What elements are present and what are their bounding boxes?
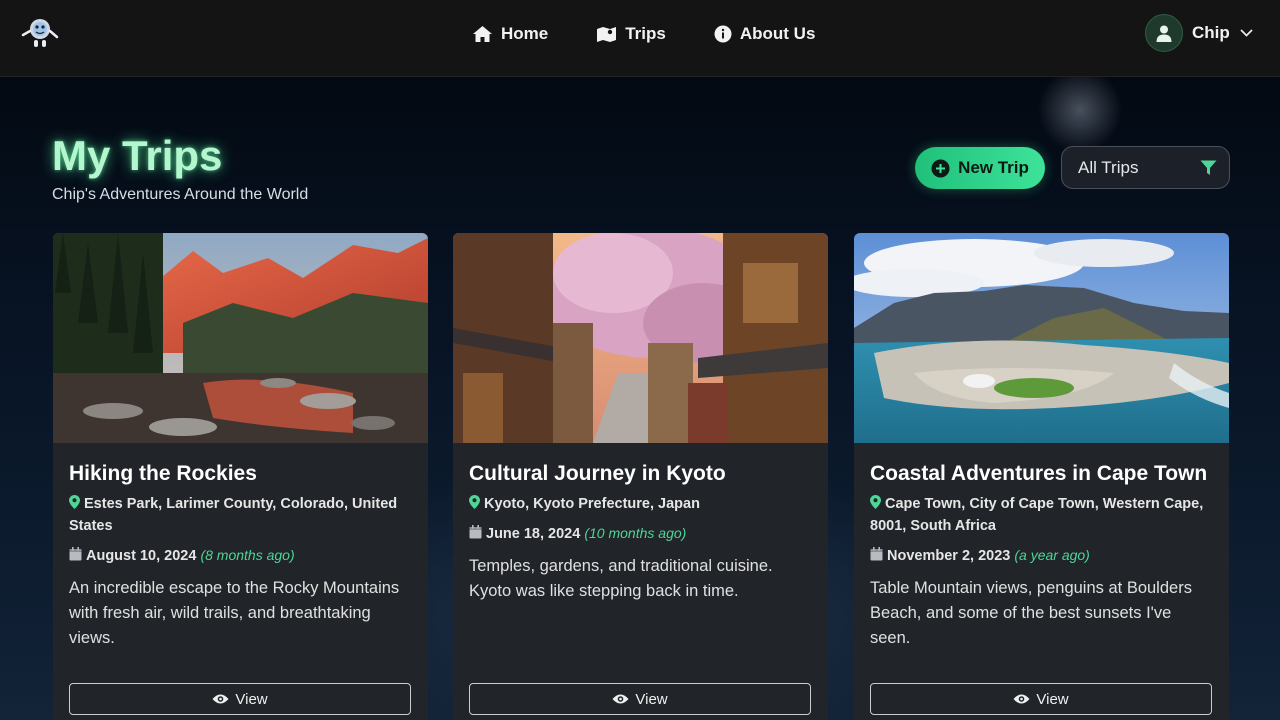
map-marker-icon [469, 495, 480, 509]
nav-trips[interactable]: Trips [596, 22, 666, 46]
trip-location: Cape Town, City of Cape Town, Western Ca… [870, 493, 1213, 537]
trip-location-text: Kyoto, Kyoto Prefecture, Japan [484, 496, 700, 512]
new-trip-button[interactable]: New Trip [915, 147, 1045, 189]
trip-image [53, 233, 428, 443]
avatar[interactable] [1145, 14, 1183, 52]
calendar-icon [469, 525, 482, 539]
new-trip-label: New Trip [958, 158, 1029, 177]
logo-icon[interactable] [20, 15, 60, 51]
view-trip-button[interactable]: View [69, 683, 411, 715]
trip-location: Estes Park, Larimer County, Colorado, Un… [69, 493, 412, 537]
trip-image [453, 233, 828, 443]
trip-title[interactable]: Hiking the Rockies [69, 461, 412, 487]
nav-home-label: Home [501, 24, 549, 43]
card-body: Coastal Adventures in Cape Town Cape Tow… [854, 443, 1229, 651]
user-icon [1156, 25, 1172, 42]
nav-about-label: About Us [739, 24, 816, 43]
trip-description: Temples, gardens, and traditional cuisin… [469, 557, 773, 600]
trip-description: Table Mountain views, penguins at Boulde… [870, 579, 1192, 647]
trip-location-text: Cape Town, City of Cape Town, Western Ca… [870, 496, 1204, 534]
plus-circle-icon [931, 159, 950, 177]
trip-date-text: June 18, 2024 [486, 526, 581, 542]
trip-description: An incredible escape to the Rocky Mounta… [69, 579, 400, 647]
home-icon [473, 26, 492, 42]
filter-icon [1200, 160, 1217, 175]
card-body: Cultural Journey in Kyoto Kyoto, Kyoto P… [453, 443, 828, 604]
trip-location: Kyoto, Kyoto Prefecture, Japan [469, 493, 812, 515]
trip-date-relative: (8 months ago) [200, 547, 295, 563]
user-menu[interactable]: Chip [1145, 14, 1253, 52]
trip-card: Coastal Adventures in Cape Town Cape Tow… [854, 233, 1229, 720]
map-marker-icon [870, 495, 881, 509]
calendar-icon [69, 547, 82, 561]
view-label: View [635, 690, 668, 708]
trip-card: Hiking the Rockies Estes Park, Larimer C… [53, 233, 428, 720]
nav-home[interactable]: Home [472, 22, 548, 46]
view-label: View [235, 690, 268, 708]
map-marker-icon [69, 495, 80, 509]
trip-location-text: Estes Park, Larimer County, Colorado, Un… [69, 496, 398, 534]
nav-trips-label: Trips [625, 24, 666, 43]
map-icon [597, 27, 617, 42]
trip-image [854, 233, 1229, 443]
trip-title[interactable]: Cultural Journey in Kyoto [469, 461, 812, 487]
filter-value: All Trips [1078, 157, 1139, 177]
page-title: My Trips [52, 132, 223, 179]
trip-filter-select[interactable]: All Trips [1061, 146, 1230, 189]
trip-title[interactable]: Coastal Adventures in Cape Town [870, 461, 1213, 487]
trip-date-text: August 10, 2024 [86, 548, 197, 564]
calendar-icon [870, 547, 883, 561]
view-trip-button[interactable]: View [469, 683, 811, 715]
trip-date-text: November 2, 2023 [887, 548, 1011, 564]
main-nav: Home Trips About Us [472, 22, 863, 46]
view-label: View [1036, 690, 1069, 708]
eye-icon [612, 694, 629, 704]
eye-icon [212, 694, 229, 704]
view-trip-button[interactable]: View [870, 683, 1212, 715]
trip-date: June 18, 2024 (10 months ago) [469, 522, 812, 545]
card-body: Hiking the Rockies Estes Park, Larimer C… [53, 443, 428, 651]
chevron-down-icon[interactable] [1240, 29, 1253, 37]
trip-card: Cultural Journey in Kyoto Kyoto, Kyoto P… [453, 233, 828, 720]
user-name[interactable]: Chip [1192, 23, 1230, 43]
page-subtitle: Chip's Adventures Around the World [52, 186, 309, 203]
navbar: Home Trips About Us Chip [0, 0, 1280, 77]
nav-about[interactable]: About Us [714, 22, 816, 46]
info-icon [714, 25, 732, 43]
trip-date: August 10, 2024 (8 months ago) [69, 544, 412, 567]
trip-date-relative: (a year ago) [1014, 547, 1090, 563]
eye-icon [1013, 694, 1030, 704]
trip-date: November 2, 2023 (a year ago) [870, 544, 1213, 567]
trip-date-relative: (10 months ago) [584, 525, 687, 541]
